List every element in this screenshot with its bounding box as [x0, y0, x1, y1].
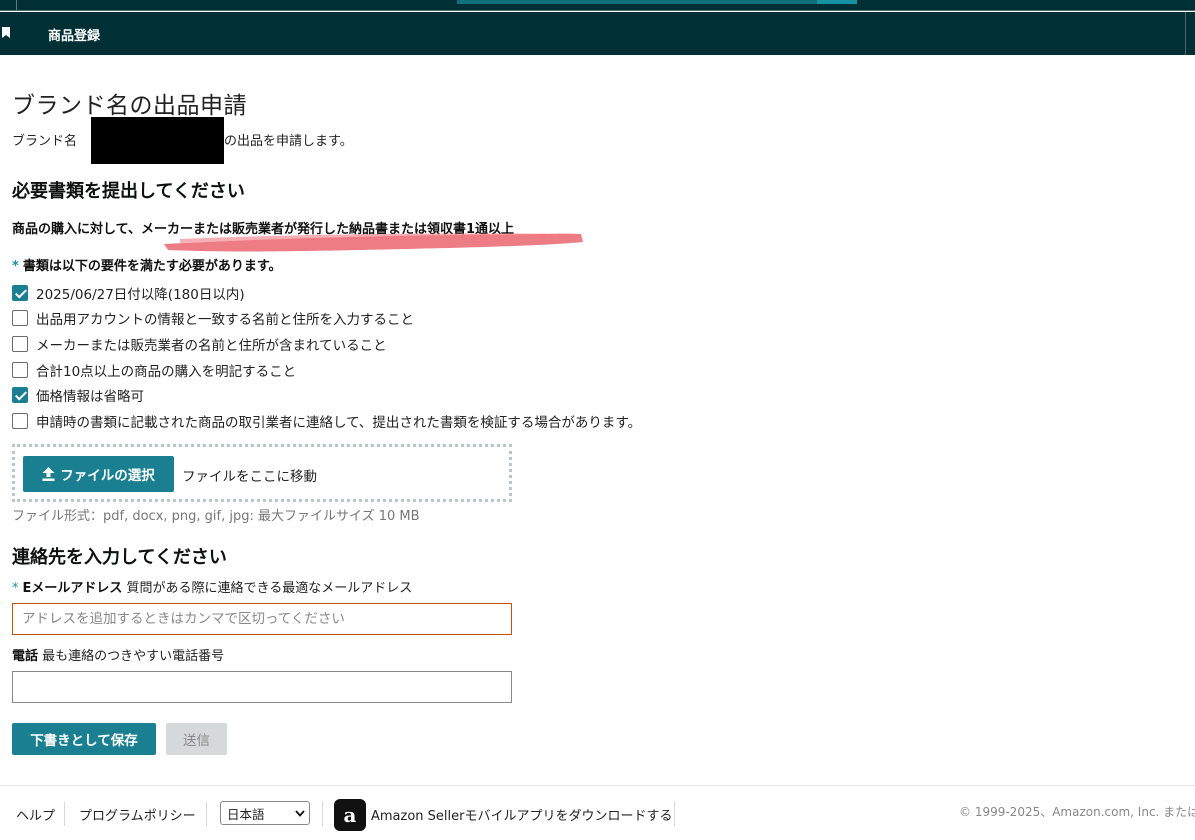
- top-search-bar[interactable]: [457, 0, 857, 4]
- contact-heading: 連絡先を入力してください: [12, 547, 227, 568]
- language-selected-value: 日本語: [227, 806, 265, 822]
- amazon-app-icon[interactable]: a: [334, 799, 366, 831]
- nav-title[interactable]: 商品登録: [48, 25, 100, 44]
- checklist-item[interactable]: メーカーまたは販売業者の名前と住所が含まれていること: [12, 331, 641, 357]
- chevron-down-icon: [295, 810, 305, 817]
- required-asterisk: *: [12, 259, 19, 274]
- red-scribble-annotation: [164, 233, 583, 252]
- footer-divider: [322, 802, 323, 826]
- checklist-label: 2025/06/27日付以降(180日以内): [36, 286, 245, 303]
- redacted-brand-name: [91, 117, 224, 164]
- checkbox[interactable]: [12, 310, 28, 327]
- save-draft-button[interactable]: 下書きとして保存: [12, 723, 156, 755]
- checkbox[interactable]: [12, 335, 28, 352]
- top-bar-divider: [16, 0, 17, 11]
- checklist-label: 出品用アカウントの情報と一致する名前と住所を入力すること: [36, 312, 414, 329]
- help-link[interactable]: ヘルプ: [16, 805, 55, 824]
- choose-file-label: ファイルの選択: [60, 468, 155, 484]
- drop-file-text: ファイルをここに移動: [182, 469, 317, 485]
- checklist-label: 価格情報は省略可: [36, 389, 144, 406]
- checkbox[interactable]: [12, 412, 28, 429]
- amazon-app-icon-letter: a: [343, 803, 357, 827]
- required-asterisk: *: [12, 581, 19, 596]
- copyright-text: © 1999-2025、Amazon.com, Inc. または: [959, 805, 1195, 819]
- phone-label: 電話: [12, 649, 39, 664]
- email-help-text: 質問がある際に連絡できる最適なメールアドレス: [126, 581, 413, 596]
- nav-divider: [1185, 12, 1186, 55]
- checklist-label: メーカーまたは販売業者の名前と住所が含まれていること: [36, 337, 387, 354]
- brand-label: ブランド名: [12, 134, 78, 149]
- file-dropzone[interactable]: ファイルの選択 ファイルをここに移動: [12, 444, 512, 502]
- language-select[interactable]: 日本語: [220, 801, 310, 825]
- document-requirements-note: * 書類は以下の要件を満たす必要があります。: [12, 255, 282, 274]
- requirement-checklist: 2025/06/27日付以降(180日以内) 出品用アカウントの情報と一致する名…: [12, 280, 641, 434]
- choose-file-button[interactable]: ファイルの選択: [23, 456, 174, 492]
- brand-suffix-text: の出品を申請します。: [224, 134, 353, 149]
- submit-button[interactable]: 送信: [166, 723, 227, 755]
- top-search-button[interactable]: [817, 0, 857, 4]
- requirements-note-text: 書類は以下の要件を満たす必要があります。: [22, 259, 282, 274]
- footer: ヘルプ プログラムポリシー 日本語 a Amazon Sellerモバイルアプリ…: [0, 785, 1195, 840]
- bookmark-icon[interactable]: [2, 27, 10, 38]
- phone-label-row: 電話 最も連絡のつきやすい電話番号: [12, 645, 224, 664]
- footer-divider: [674, 802, 675, 826]
- checkbox-checked[interactable]: [12, 387, 28, 404]
- footer-divider: [64, 802, 65, 826]
- phone-input[interactable]: [12, 671, 512, 703]
- phone-help-text: 最も連絡のつきやすい電話番号: [42, 649, 225, 664]
- seller-app-download-link[interactable]: Amazon Sellerモバイルアプリをダウンロードする: [371, 805, 673, 824]
- nav-bar: 商品登録: [0, 12, 1195, 55]
- checklist-label: 合計10点以上の商品の購入を明記すること: [36, 363, 297, 380]
- email-label: Eメールアドレス: [22, 581, 123, 596]
- top-bar: [0, 0, 1195, 11]
- footer-divider: [206, 802, 207, 826]
- checklist-item[interactable]: 出品用アカウントの情報と一致する名前と住所を入力すること: [12, 306, 641, 332]
- documents-heading: 必要書類を提出してください: [12, 181, 245, 202]
- checklist-item[interactable]: 2025/06/27日付以降(180日以内): [12, 280, 641, 306]
- checkbox-checked[interactable]: [12, 284, 28, 301]
- page-title: ブランド名の出品申請: [12, 93, 247, 119]
- program-policy-link[interactable]: プログラムポリシー: [79, 805, 196, 824]
- email-input[interactable]: [12, 603, 512, 635]
- upload-icon: [42, 467, 55, 481]
- checklist-label: 申請時の書類に記載された商品の取引業者に連絡して、提出された書類を検証する場合が…: [36, 414, 642, 431]
- file-format-hint: ファイル形式：pdf, docx, png, gif, jpg: 最大ファイルサ…: [12, 509, 420, 524]
- checklist-item[interactable]: 申請時の書類に記載された商品の取引業者に連絡して、提出された書類を検証する場合が…: [12, 408, 641, 434]
- checkbox[interactable]: [12, 361, 28, 378]
- checklist-item[interactable]: 価格情報は省略可: [12, 382, 641, 408]
- checklist-item[interactable]: 合計10点以上の商品の購入を明記すること: [12, 357, 641, 383]
- email-label-row: * Eメールアドレス 質問がある際に連絡できる最適なメールアドレス: [12, 577, 412, 596]
